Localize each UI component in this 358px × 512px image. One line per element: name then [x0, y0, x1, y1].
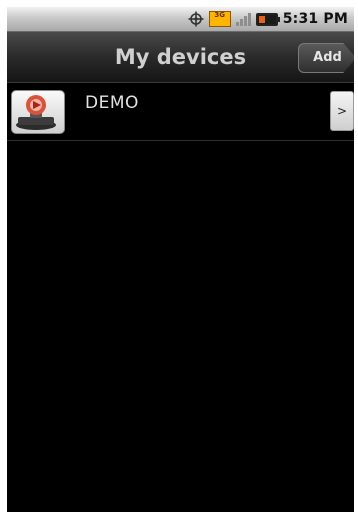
network-3g-icon: 3G: [208, 11, 231, 27]
battery-level: [258, 15, 265, 23]
status-bar: 3G 5:31 PM: [7, 7, 354, 32]
device-name: DEMO: [85, 93, 139, 113]
app-screen: 3G 5:31 PM My devices Add DEMO >: [7, 7, 354, 512]
device-icon: [11, 90, 65, 134]
device-list: DEMO >: [7, 84, 354, 141]
device-details-button[interactable]: >: [330, 91, 354, 131]
battery-icon: [255, 12, 280, 26]
status-icons: 3G 5:31 PM: [188, 7, 348, 31]
title-bar: My devices Add: [7, 32, 354, 83]
device-row[interactable]: DEMO >: [7, 84, 354, 141]
signal-icon: [235, 12, 251, 26]
gps-icon: [188, 11, 204, 27]
network-label: 3G: [214, 11, 226, 19]
status-time: 5:31 PM: [282, 11, 348, 27]
add-device-button[interactable]: Add: [298, 43, 354, 73]
